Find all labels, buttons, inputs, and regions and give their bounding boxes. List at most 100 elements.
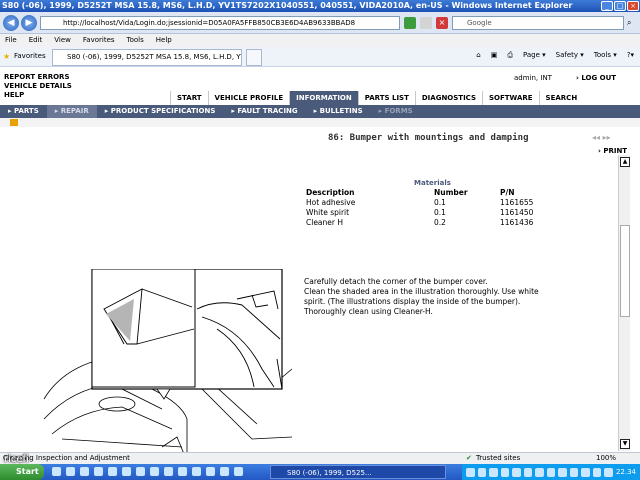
menu-edit[interactable]: Edit [29, 34, 43, 47]
quick-launch-icon[interactable] [220, 467, 229, 476]
tray-icon[interactable] [592, 467, 602, 477]
start-button[interactable]: Start [0, 464, 44, 480]
menu-view[interactable]: View [54, 34, 71, 47]
subtab-product-specifications[interactable]: ▸ PRODUCT SPECIFICATIONS [97, 105, 224, 118]
help-menu[interactable]: ?▾ [627, 51, 634, 60]
tray-icon[interactable] [477, 467, 487, 477]
taskbar-item-ie[interactable]: S80 (-06), 1999, D525... [270, 465, 446, 479]
vehicle-details-link[interactable]: VEHICLE DETAILS [4, 82, 72, 91]
subtab-forms[interactable]: ▸ FORMS [371, 105, 421, 118]
command-bar: ⌂ ▣ ⎙ Page ▾ Safety ▾ Tools ▾ ?▾ [476, 51, 634, 60]
refresh-icon-2[interactable] [420, 17, 432, 29]
tab-search[interactable]: SEARCH [538, 91, 584, 105]
zoom-level[interactable]: 100% [596, 453, 616, 464]
tray-icon[interactable] [512, 467, 521, 477]
menu-tools[interactable]: Tools [127, 34, 144, 47]
quick-launch-icon[interactable] [122, 467, 131, 476]
favorites-button[interactable]: Favorites [14, 52, 46, 60]
tab-parts-list[interactable]: PARTS LIST [357, 91, 415, 105]
help-link[interactable]: HELP [4, 91, 24, 100]
quick-launch-icon[interactable] [94, 467, 103, 476]
tray-icon[interactable] [546, 467, 556, 477]
document-scrollbar[interactable]: ▲ ▼ [618, 155, 630, 451]
tray-icon[interactable] [523, 467, 533, 477]
tools-menu[interactable]: Tools ▾ [594, 51, 617, 60]
feeds-icon[interactable]: ▣ [491, 51, 498, 60]
address-input[interactable]: http://localhost/Vida/Login.do;jsessioni… [40, 16, 400, 30]
watermark-text: ricefi [4, 454, 29, 465]
taskbar: Start S80 (-06), 1999, D525... 22.34 [0, 464, 640, 480]
table-cell: White spirit [306, 208, 350, 217]
quick-launch-icon[interactable] [192, 467, 201, 476]
tab-vehicle-profile[interactable]: VEHICLE PROFILE [207, 91, 290, 105]
quick-launch-icon[interactable] [178, 467, 187, 476]
quick-launch-icon[interactable] [164, 467, 173, 476]
minimize-button[interactable]: _ [601, 1, 613, 11]
new-tab-button[interactable] [246, 49, 262, 66]
logout-link[interactable]: › LOG OUT [576, 74, 616, 82]
print-icon[interactable]: ⎙ [507, 51, 513, 60]
quick-launch-icon[interactable] [52, 467, 61, 476]
tab-diagnostics[interactable]: DIAGNOSTICS [414, 91, 482, 105]
quick-launch-icon[interactable] [150, 467, 159, 476]
table-row: White spirit 0.1 1161450 [306, 208, 533, 218]
quick-launch-icon[interactable] [80, 467, 89, 476]
subtab-fault-tracing[interactable]: ▸ FAULT TRACING [223, 105, 305, 118]
page-nav-arrows-icon[interactable]: ◂◂ ▸▸ [592, 133, 611, 142]
refresh-icon[interactable] [404, 17, 416, 29]
tab-information[interactable]: INFORMATION [289, 91, 358, 105]
tray-icon[interactable] [604, 467, 613, 477]
instruction-line: Thoroughly clean using Cleaner-H. [304, 307, 433, 316]
quick-launch-icon[interactable] [234, 467, 243, 476]
tray-icon[interactable] [489, 467, 498, 477]
column-header: Number [434, 188, 468, 197]
table-cell: Hot adhesive [306, 198, 356, 207]
menu-file[interactable]: File [5, 34, 17, 47]
table-cell: 1161436 [500, 218, 534, 227]
quick-launch-icon[interactable] [136, 467, 145, 476]
scroll-down-arrow-icon[interactable]: ▼ [620, 439, 630, 449]
scroll-up-arrow-icon[interactable]: ▲ [620, 157, 630, 167]
tray-icon[interactable] [466, 467, 475, 477]
document-title: 86: Bumper with mountings and damping [328, 133, 529, 143]
toc-toggle-icon[interactable] [10, 119, 18, 126]
tab-start[interactable]: START [170, 91, 208, 105]
quick-launch-icon[interactable] [206, 467, 215, 476]
tray-icon[interactable] [500, 467, 510, 477]
materials-title: Materials [414, 179, 451, 187]
safety-menu[interactable]: Safety ▾ [556, 51, 584, 60]
back-button[interactable]: ◀ [3, 15, 19, 31]
browser-tab[interactable]: S80 (-06), 1999, D5252T MSA 15.8, MS6, L… [52, 49, 242, 66]
subtab-parts[interactable]: ▸ PARTS [0, 105, 47, 118]
home-icon[interactable]: ⌂ [476, 51, 480, 60]
maximize-button[interactable]: □ [614, 1, 626, 11]
stop-icon[interactable]: × [436, 17, 448, 29]
callout-pointer [156, 388, 171, 400]
tray-icon[interactable] [535, 467, 544, 477]
table-cell: 0.2 [434, 218, 446, 227]
quick-launch-icon[interactable] [66, 467, 75, 476]
tab-software[interactable]: SOFTWARE [482, 91, 539, 105]
subtab-repair[interactable]: ▸ REPAIR [46, 105, 97, 118]
quick-launch-icon[interactable] [108, 467, 117, 476]
report-errors-link[interactable]: REPORT ERRORS [4, 73, 70, 82]
window-controls: _ □ × [601, 1, 639, 11]
clock: 22.34 [615, 468, 636, 476]
scroll-thumb[interactable] [620, 225, 630, 317]
subtab-bulletins[interactable]: ▸ BULLETINS [306, 105, 371, 118]
search-input[interactable]: Google [452, 16, 624, 30]
tray-icon[interactable] [581, 467, 590, 477]
subtab-forms-label: FORMS [384, 107, 413, 115]
menu-help[interactable]: Help [156, 34, 172, 47]
forward-button[interactable]: ▶ [21, 15, 37, 31]
menu-favorites[interactable]: Favorites [83, 34, 115, 47]
tray-icon[interactable] [569, 467, 579, 477]
tray-icon[interactable] [558, 467, 567, 477]
table-cell: 0.1 [434, 198, 446, 207]
print-link[interactable]: › PRINT [598, 147, 627, 155]
close-button[interactable]: × [627, 1, 639, 11]
search-icon[interactable]: ⌕ [627, 18, 631, 28]
subtab-product-specifications-label: PRODUCT SPECIFICATIONS [110, 107, 216, 115]
table-cell: 0.1 [434, 208, 446, 217]
page-menu[interactable]: Page ▾ [523, 51, 546, 60]
